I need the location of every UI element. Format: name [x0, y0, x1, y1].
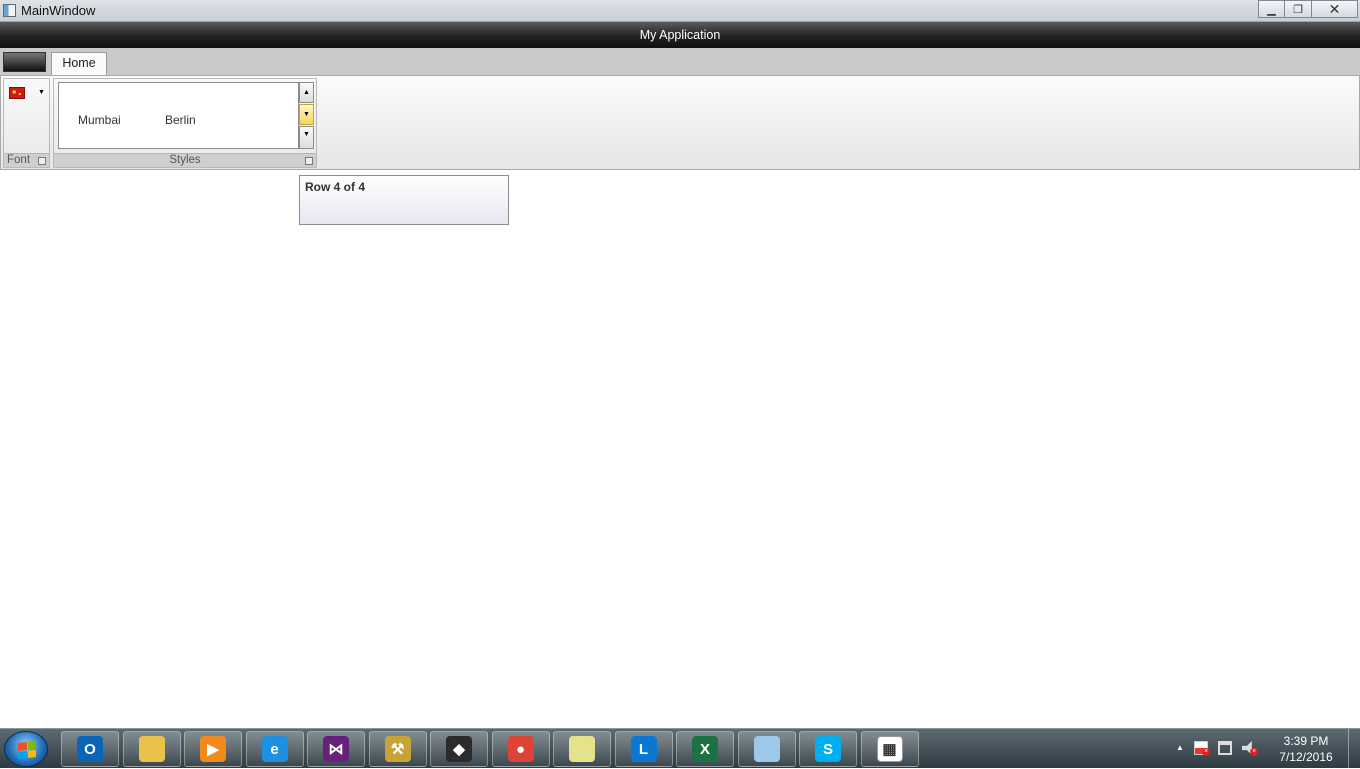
taskbar-sql-server-button[interactable]: ◆	[430, 731, 488, 767]
taskbar-lync-button[interactable]: L	[614, 731, 673, 767]
windows-logo-icon	[18, 741, 36, 759]
notepad-app-icon	[753, 736, 780, 762]
taskbar-tools-button[interactable]: ⚒	[368, 731, 427, 767]
gallery-item-berlin[interactable]: Berlin	[165, 113, 196, 127]
internet-explorer-icon: e	[261, 736, 288, 762]
window-titlebar: MainWindow ▁ ❐ ✕	[0, 0, 1360, 22]
group-caption-styles-label: Styles	[169, 154, 201, 166]
gallery-scroll-down-button[interactable]: ▼	[299, 104, 314, 125]
excel-icon: X	[692, 736, 718, 762]
ribbon-group-font: ▼ Font	[3, 78, 50, 168]
flag-swatch-icon	[9, 87, 25, 99]
network-icon[interactable]	[1218, 741, 1232, 755]
visual-studio-icon: ⋈	[323, 736, 349, 762]
window-title: MainWindow	[21, 3, 96, 18]
media-player-icon: ▶	[200, 736, 226, 762]
group-caption-font-label: Font	[7, 154, 31, 166]
lync-icon: L	[630, 736, 657, 762]
taskbar-sticky-notes-button[interactable]	[553, 731, 611, 767]
tools-icon: ⚒	[384, 736, 411, 762]
ribbon-tabstrip: Home	[0, 48, 1360, 76]
taskbar-internet-explorer-button[interactable]: e	[245, 731, 304, 767]
mute-badge-icon: ×	[1250, 748, 1258, 756]
taskbar-file-explorer-button[interactable]	[122, 731, 181, 767]
dropdown-arrow-icon: ▼	[38, 89, 45, 96]
show-desktop-button[interactable]	[1348, 729, 1360, 769]
application-menu-button[interactable]	[3, 52, 46, 72]
close-button[interactable]: ✕	[1312, 0, 1358, 18]
taskbar-visual-studio-button[interactable]: ⋈	[307, 731, 365, 767]
gallery-item-mumbai[interactable]: Mumbai	[78, 113, 121, 127]
row-status-box: Row 4 of 4	[299, 175, 509, 225]
group-caption-styles: Styles	[54, 153, 316, 167]
taskbar-clock[interactable]: 3:39 PM 7/12/2016	[1270, 733, 1342, 765]
error-badge-icon: ×	[1202, 748, 1210, 756]
taskbar-chrome-button[interactable]: ●	[491, 731, 550, 767]
gallery-scroll-up-button[interactable]: ▲	[299, 82, 314, 103]
window-icon	[3, 4, 16, 17]
chrome-icon: ●	[507, 736, 534, 762]
app-window-icon: ▦	[876, 736, 903, 762]
app-header: My Application	[0, 22, 1360, 48]
minimize-button[interactable]: ▁	[1258, 0, 1285, 18]
start-button[interactable]	[4, 731, 48, 767]
dialog-launcher-icon[interactable]	[305, 157, 313, 165]
gallery-scroller: ▲ ▼ ▼	[299, 82, 314, 149]
taskbar: O ▶ e ⋈ ⚒ ◆ ● L X S ▦ ▲ × × 3:39 PM 7/12/2016	[0, 728, 1360, 769]
outlook-icon: O	[77, 736, 103, 762]
taskbar-app-window-button[interactable]: ▦	[860, 731, 919, 767]
dialog-launcher-icon[interactable]	[38, 157, 46, 165]
clock-time: 3:39 PM	[1283, 734, 1329, 748]
taskbar-notepad-app-button[interactable]	[737, 731, 796, 767]
sticky-notes-icon	[569, 736, 595, 762]
font-color-dropdown[interactable]: ▼	[7, 86, 47, 104]
tab-home[interactable]: Home	[51, 52, 107, 76]
row-status-label: Row 4 of 4	[305, 180, 366, 194]
taskbar-excel-button[interactable]: X	[676, 731, 734, 767]
file-explorer-icon	[138, 736, 165, 762]
ribbon-panel: ▼ Font Mumbai Berlin ▲ ▼ ▼ Styles	[0, 75, 1360, 170]
taskbar-outlook-button[interactable]: O	[61, 731, 119, 767]
clock-date: 7/12/2016	[1279, 750, 1333, 764]
taskbar-media-player-button[interactable]: ▶	[184, 731, 242, 767]
skype-icon: S	[815, 736, 841, 762]
taskbar-skype-button[interactable]: S	[799, 731, 857, 767]
system-tray: ▲ × × 3:39 PM 7/12/2016	[1170, 729, 1360, 769]
sql-server-icon: ◆	[446, 736, 472, 762]
gallery-expand-button[interactable]: ▼	[299, 126, 314, 149]
styles-gallery[interactable]: Mumbai Berlin	[58, 82, 299, 149]
restore-button[interactable]: ❐	[1285, 0, 1312, 18]
show-hidden-icons-icon[interactable]: ▲	[1176, 743, 1184, 752]
group-caption-font: Font	[4, 153, 49, 167]
ribbon-group-styles: Mumbai Berlin ▲ ▼ ▼ Styles	[53, 78, 317, 168]
window-controls: ▁ ❐ ✕	[1258, 0, 1358, 18]
